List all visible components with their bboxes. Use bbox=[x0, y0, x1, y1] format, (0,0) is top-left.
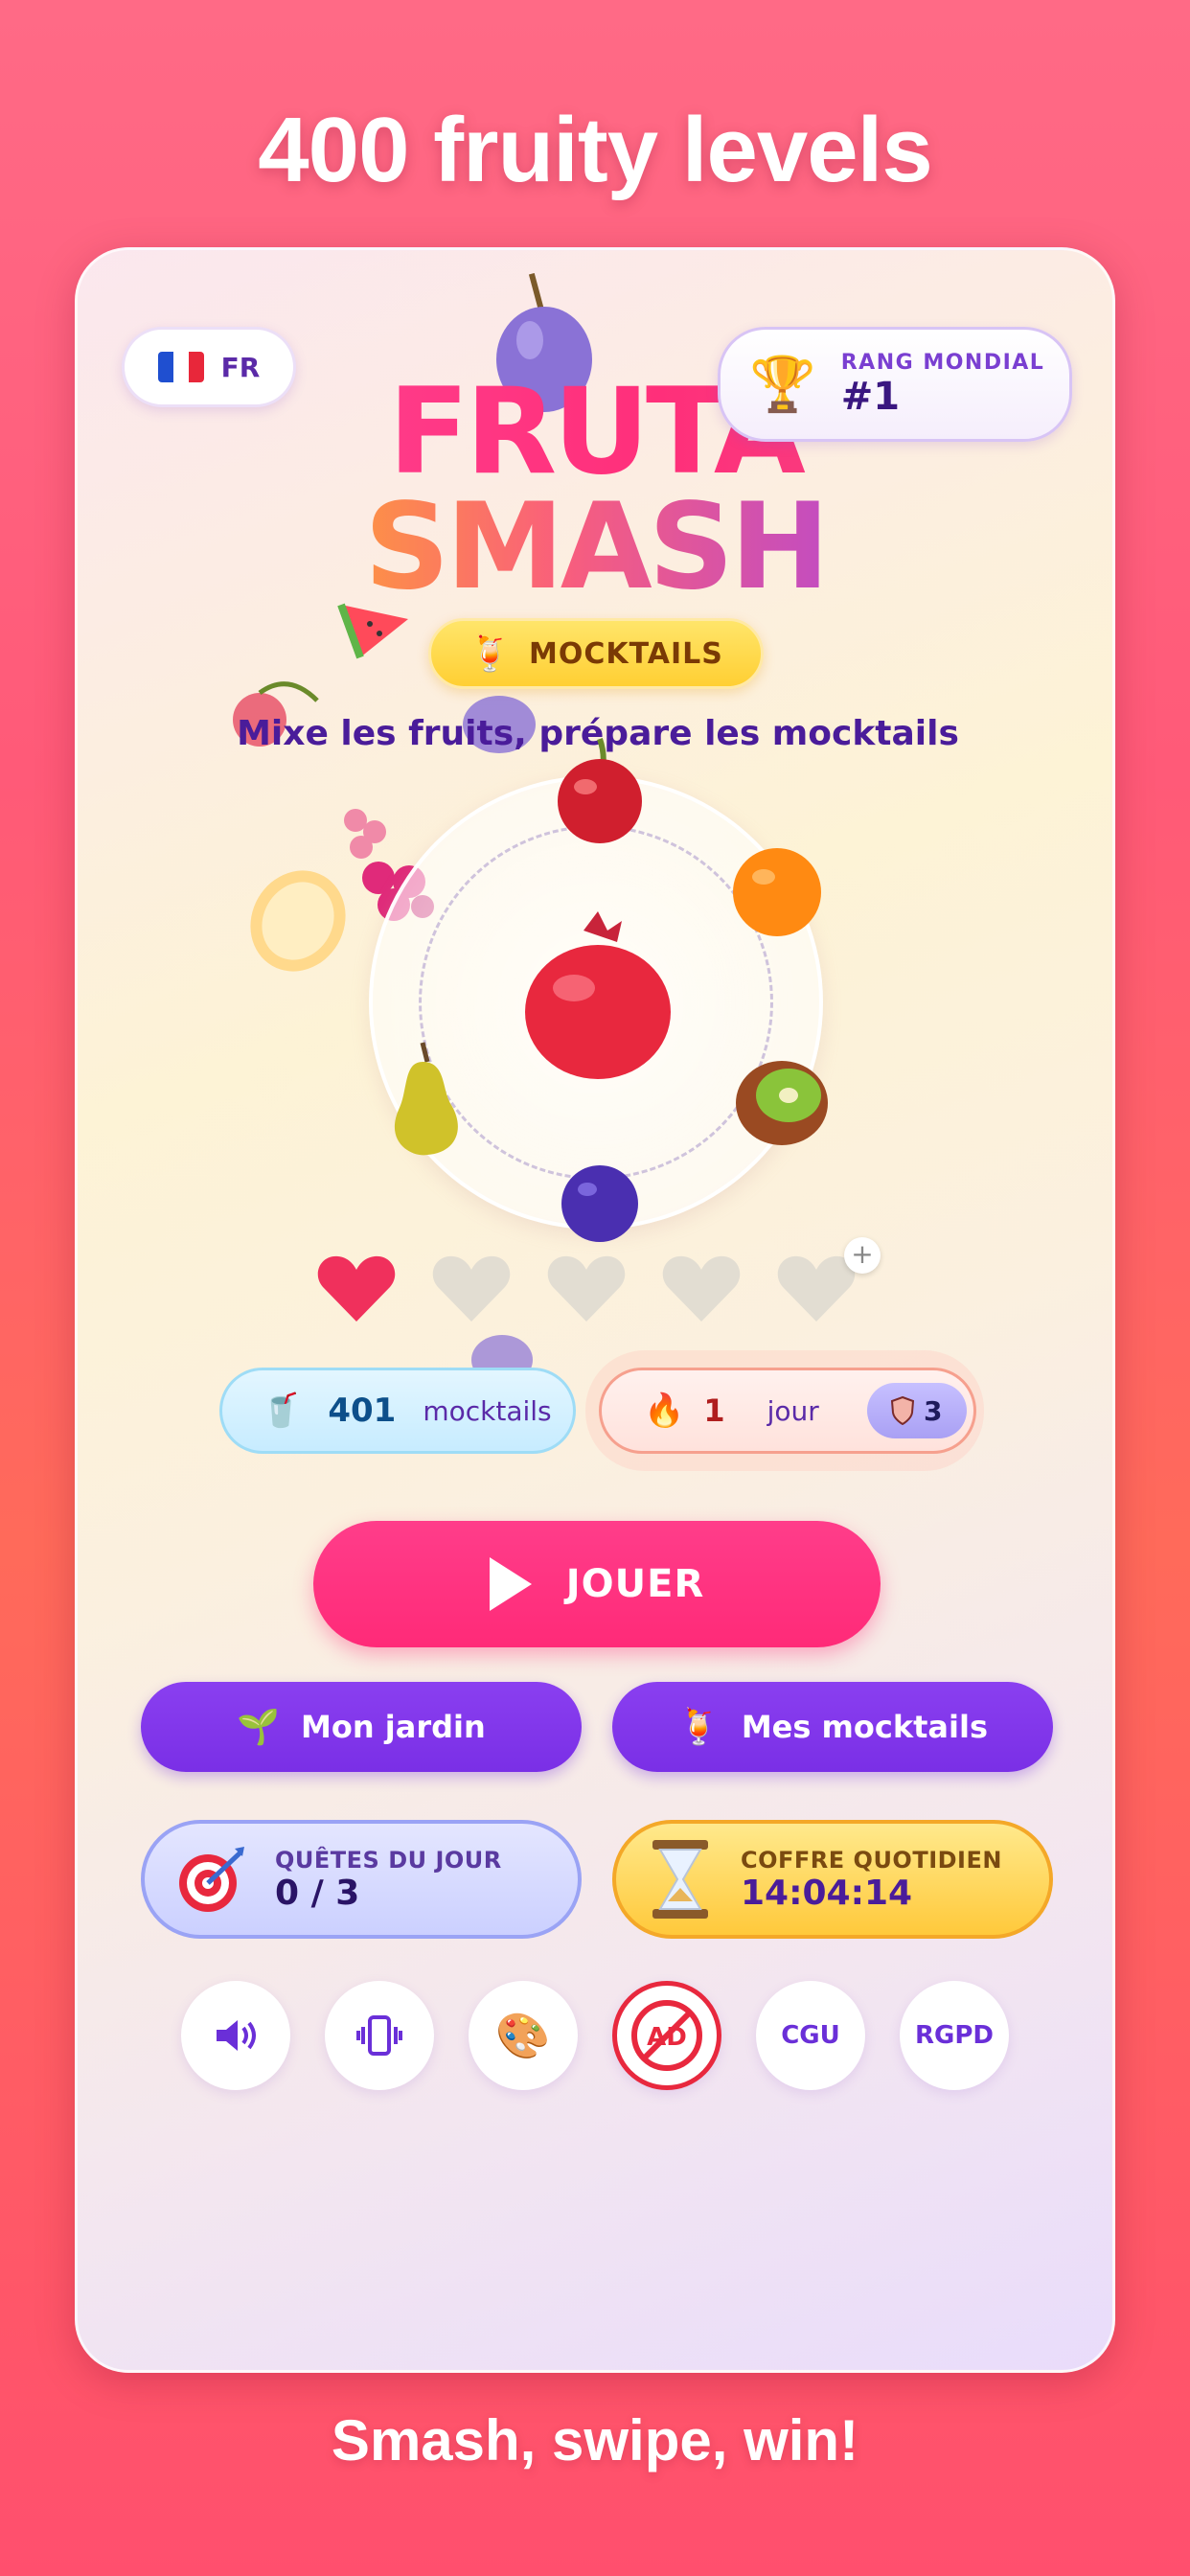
app-screen: FR FRUTA SMASH 🏆 RANG MONDIAL #1 🍹 MOCKT… bbox=[75, 247, 1115, 2373]
headline: 400 fruity levels bbox=[258, 99, 932, 201]
cherry-icon[interactable] bbox=[547, 729, 652, 844]
mocktails-count: 401 bbox=[328, 1392, 397, 1430]
streak-count: 1 bbox=[703, 1392, 725, 1429]
rank-value: #1 bbox=[840, 374, 901, 419]
cgu-label: CGU bbox=[781, 2021, 840, 2050]
shield-icon bbox=[891, 1396, 915, 1425]
rank-label: RANG MONDIAL bbox=[840, 350, 1045, 375]
vibrate-icon bbox=[356, 2015, 402, 2056]
mode-label: MOCKTAILS bbox=[528, 636, 723, 671]
juice-cup-icon: 🥤 bbox=[261, 1392, 302, 1430]
chest-label: COFFRE QUOTIDIEN bbox=[741, 1846, 1002, 1874]
logo-line-2: SMASH bbox=[269, 488, 921, 607]
shield-count: 3 bbox=[924, 1394, 943, 1427]
play-button-label: JOUER bbox=[565, 1562, 705, 1606]
blueberry-icon[interactable] bbox=[557, 1161, 643, 1247]
speaker-icon bbox=[217, 2020, 256, 2051]
theme-button[interactable]: 🎨 bbox=[469, 1981, 578, 2090]
my-mocktails-button[interactable]: 🍹 Mes mocktails bbox=[612, 1682, 1053, 1772]
play-button[interactable]: JOUER bbox=[313, 1521, 881, 1647]
rgpd-label: RGPD bbox=[915, 2021, 994, 2050]
sound-toggle-button[interactable] bbox=[181, 1981, 290, 2090]
heart-empty-icon bbox=[547, 1255, 626, 1322]
quests-label: QUÊTES DU JOUR bbox=[275, 1846, 502, 1874]
heart-full-icon bbox=[317, 1255, 396, 1322]
heart-empty-icon bbox=[662, 1255, 741, 1322]
no-ads-icon: AD bbox=[631, 2000, 702, 2071]
kiwi-icon[interactable] bbox=[729, 1055, 835, 1151]
world-rank-button[interactable]: 🏆 RANG MONDIAL #1 bbox=[718, 327, 1072, 442]
heart-empty-icon bbox=[432, 1255, 511, 1322]
quests-value: 0 / 3 bbox=[275, 1873, 360, 1913]
pear-icon[interactable] bbox=[375, 1038, 470, 1162]
shield-badge: 3 bbox=[866, 1383, 967, 1438]
daily-quests-card[interactable]: QUÊTES DU JOUR 0 / 3 bbox=[141, 1820, 582, 1939]
language-code: FR bbox=[220, 351, 261, 383]
cgu-button[interactable]: CGU bbox=[756, 1981, 865, 2090]
mocktails-mode-badge: 🍹 MOCKTAILS bbox=[428, 618, 764, 689]
target-icon bbox=[179, 1847, 244, 1912]
trophy-icon: 🏆 bbox=[749, 354, 816, 416]
garden-button[interactable]: 🌱 Mon jardin bbox=[141, 1682, 582, 1772]
cocktail-icon: 🍹 bbox=[676, 1708, 721, 1747]
remove-ads-button[interactable]: AD bbox=[612, 1981, 721, 2090]
heart-empty-icon bbox=[777, 1255, 856, 1322]
watermelon-icon bbox=[337, 603, 408, 659]
cocktail-icon: 🍹 bbox=[469, 634, 512, 674]
lives-row bbox=[317, 1253, 856, 1323]
my-mocktails-button-label: Mes mocktails bbox=[741, 1709, 988, 1745]
chest-timer: 14:04:14 bbox=[741, 1873, 913, 1913]
garden-button-label: Mon jardin bbox=[301, 1709, 486, 1745]
daily-chest-card[interactable]: COFFRE QUOTIDIEN 14:04:14 bbox=[612, 1820, 1053, 1939]
mocktails-count-label: mocktails bbox=[423, 1394, 552, 1427]
mocktails-count-pill[interactable]: 🥤 401 mocktails bbox=[219, 1368, 576, 1454]
add-life-button[interactable]: + bbox=[844, 1237, 881, 1274]
french-flag-icon bbox=[157, 352, 204, 382]
pomegranate-icon[interactable] bbox=[516, 911, 679, 1084]
fire-icon: 🔥 bbox=[644, 1392, 685, 1430]
play-icon bbox=[489, 1557, 532, 1611]
orange-icon[interactable] bbox=[727, 842, 827, 942]
sprout-icon: 🌱 bbox=[237, 1708, 281, 1747]
streak-pill[interactable]: 🔥 1 jour 3 bbox=[599, 1368, 976, 1454]
streak-label: jour bbox=[767, 1394, 819, 1427]
vibration-toggle-button[interactable] bbox=[325, 1981, 434, 2090]
rgpd-button[interactable]: RGPD bbox=[900, 1981, 1009, 2090]
palette-icon: 🎨 bbox=[495, 2009, 551, 2061]
hourglass-icon bbox=[652, 1840, 708, 1919]
footer-slogan: Smash, swipe, win! bbox=[331, 2408, 859, 2472]
